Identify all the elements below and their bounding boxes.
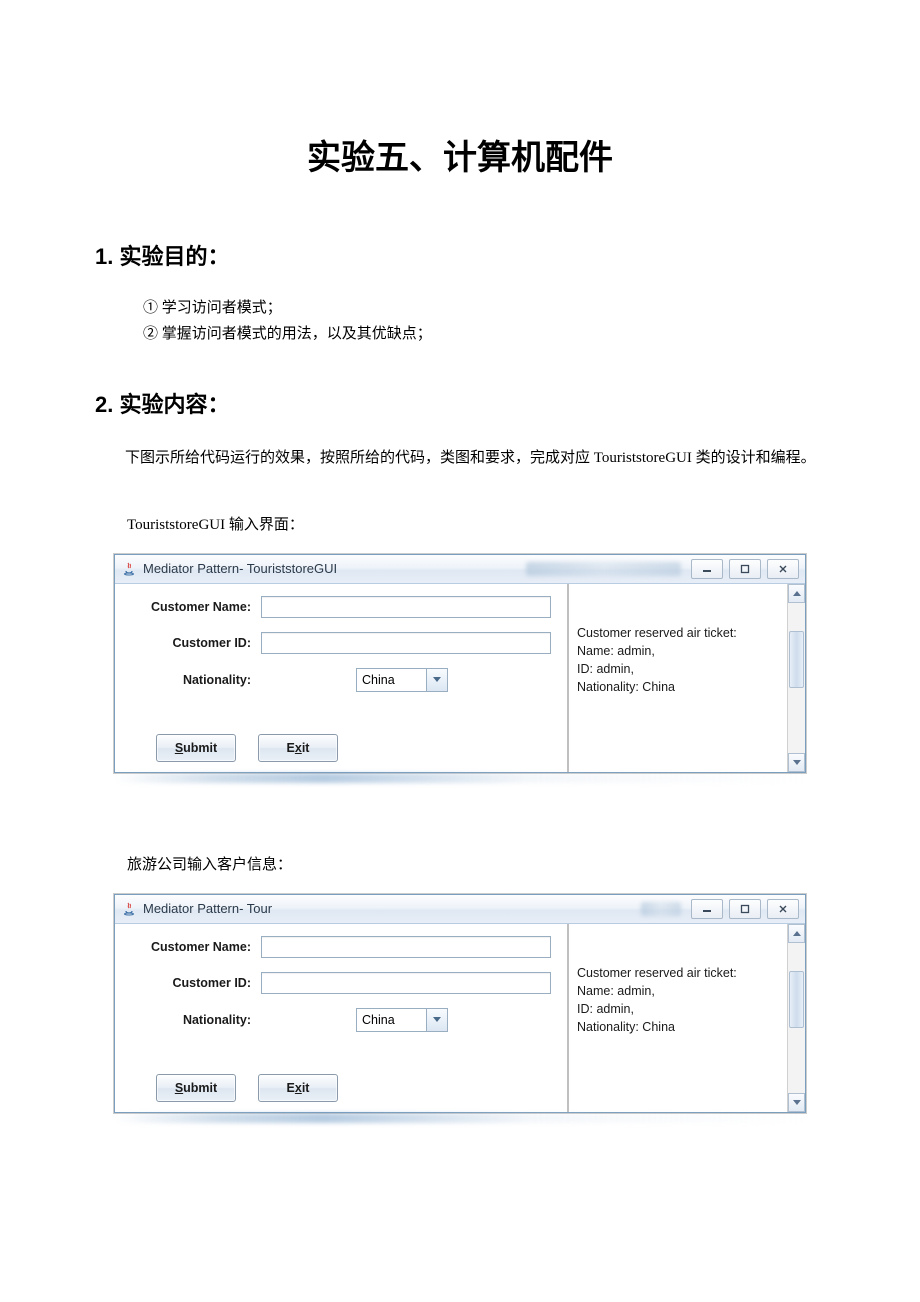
- label-customer-id: Customer ID:: [131, 976, 261, 990]
- section1-list: ① 学习访问者模式； ② 掌握访问者模式的用法，以及其优缺点；: [143, 296, 825, 347]
- app-window-tour: Mediator Pattern- Tour Customer Name:: [114, 894, 806, 1113]
- exit-button[interactable]: Exit: [258, 1074, 338, 1102]
- label-customer-name: Customer Name:: [131, 600, 261, 614]
- minimize-button[interactable]: [691, 559, 723, 579]
- output-line: Customer reserved air ticket:: [577, 964, 781, 982]
- scroll-thumb[interactable]: [789, 631, 804, 688]
- java-icon: [121, 901, 137, 917]
- input-customer-name[interactable]: [261, 596, 551, 618]
- label-nationality: Nationality:: [131, 1013, 261, 1027]
- titlebar: Mediator Pattern- Tour: [115, 895, 805, 924]
- combo-nationality[interactable]: China: [356, 1008, 448, 1032]
- chevron-down-icon[interactable]: [426, 1009, 447, 1031]
- maximize-button[interactable]: [729, 559, 761, 579]
- close-button[interactable]: [767, 899, 799, 919]
- caption-2: 旅游公司输入客户信息：: [127, 853, 825, 874]
- submit-button[interactable]: Submit: [156, 734, 236, 762]
- scroll-track[interactable]: [788, 943, 805, 1093]
- input-customer-name[interactable]: [261, 936, 551, 958]
- list-item: ① 学习访问者模式；: [143, 296, 825, 322]
- window-title: Mediator Pattern- Tour: [143, 901, 471, 916]
- exit-button[interactable]: Exit: [258, 734, 338, 762]
- output-line: Name: admin,: [577, 982, 781, 1000]
- label-nationality: Nationality:: [131, 673, 261, 687]
- combo-selected-text: China: [357, 1013, 426, 1027]
- output-line: ID: admin,: [577, 660, 781, 678]
- scroll-up-icon[interactable]: [788, 584, 805, 603]
- output-panel: Customer reserved air ticket: Name: admi…: [569, 924, 805, 1112]
- output-line: Customer reserved air ticket:: [577, 624, 781, 642]
- input-customer-id[interactable]: [261, 632, 551, 654]
- submit-label-rest: ubmit: [183, 741, 217, 755]
- scroll-track[interactable]: [788, 603, 805, 753]
- caption-1: TouriststoreGUI 输入界面：: [127, 513, 825, 534]
- vertical-scrollbar[interactable]: [787, 924, 805, 1112]
- title-blur-area: [641, 902, 681, 916]
- output-line: Nationality: China: [577, 678, 781, 696]
- minimize-button[interactable]: [691, 899, 723, 919]
- title-blur-area: [526, 562, 681, 576]
- input-customer-id[interactable]: [261, 972, 551, 994]
- combo-selected-text: China: [357, 673, 426, 687]
- list-item: ② 掌握访问者模式的用法，以及其优缺点；: [143, 322, 825, 348]
- close-button[interactable]: [767, 559, 799, 579]
- label-customer-name: Customer Name:: [131, 940, 261, 954]
- scroll-thumb[interactable]: [789, 971, 804, 1028]
- scroll-down-icon[interactable]: [788, 753, 805, 772]
- combo-nationality[interactable]: China: [356, 668, 448, 692]
- output-line: Nationality: China: [577, 1018, 781, 1036]
- scroll-up-icon[interactable]: [788, 924, 805, 943]
- document-title: 实验五、计算机配件: [95, 130, 825, 179]
- submit-button[interactable]: Submit: [156, 1074, 236, 1102]
- screenshot-edge-blur: [115, 773, 805, 783]
- chevron-down-icon[interactable]: [426, 669, 447, 691]
- section1-heading: 1. 实验目的：: [95, 239, 825, 271]
- output-line: ID: admin,: [577, 1000, 781, 1018]
- form-panel: Customer Name: Customer ID: Nationality:…: [115, 924, 569, 1112]
- label-customer-id: Customer ID:: [131, 636, 261, 650]
- form-panel: Customer Name: Customer ID: Nationality:…: [115, 584, 569, 772]
- titlebar: Mediator Pattern- TouriststoreGUI: [115, 555, 805, 584]
- output-panel: Customer reserved air ticket: Name: admi…: [569, 584, 805, 772]
- screenshot-edge-blur: [115, 1113, 805, 1123]
- window-title: Mediator Pattern- TouriststoreGUI: [143, 561, 526, 576]
- app-window-touriststore: Mediator Pattern- TouriststoreGUI Custom…: [114, 554, 806, 773]
- section2-heading: 2. 实验内容：: [95, 387, 825, 419]
- vertical-scrollbar[interactable]: [787, 584, 805, 772]
- output-line: Name: admin,: [577, 642, 781, 660]
- section2-paragraph: 下图示所给代码运行的效果，按照所给的代码，类图和要求，完成对应 Tourists…: [95, 444, 825, 473]
- maximize-button[interactable]: [729, 899, 761, 919]
- java-icon: [121, 561, 137, 577]
- scroll-down-icon[interactable]: [788, 1093, 805, 1112]
